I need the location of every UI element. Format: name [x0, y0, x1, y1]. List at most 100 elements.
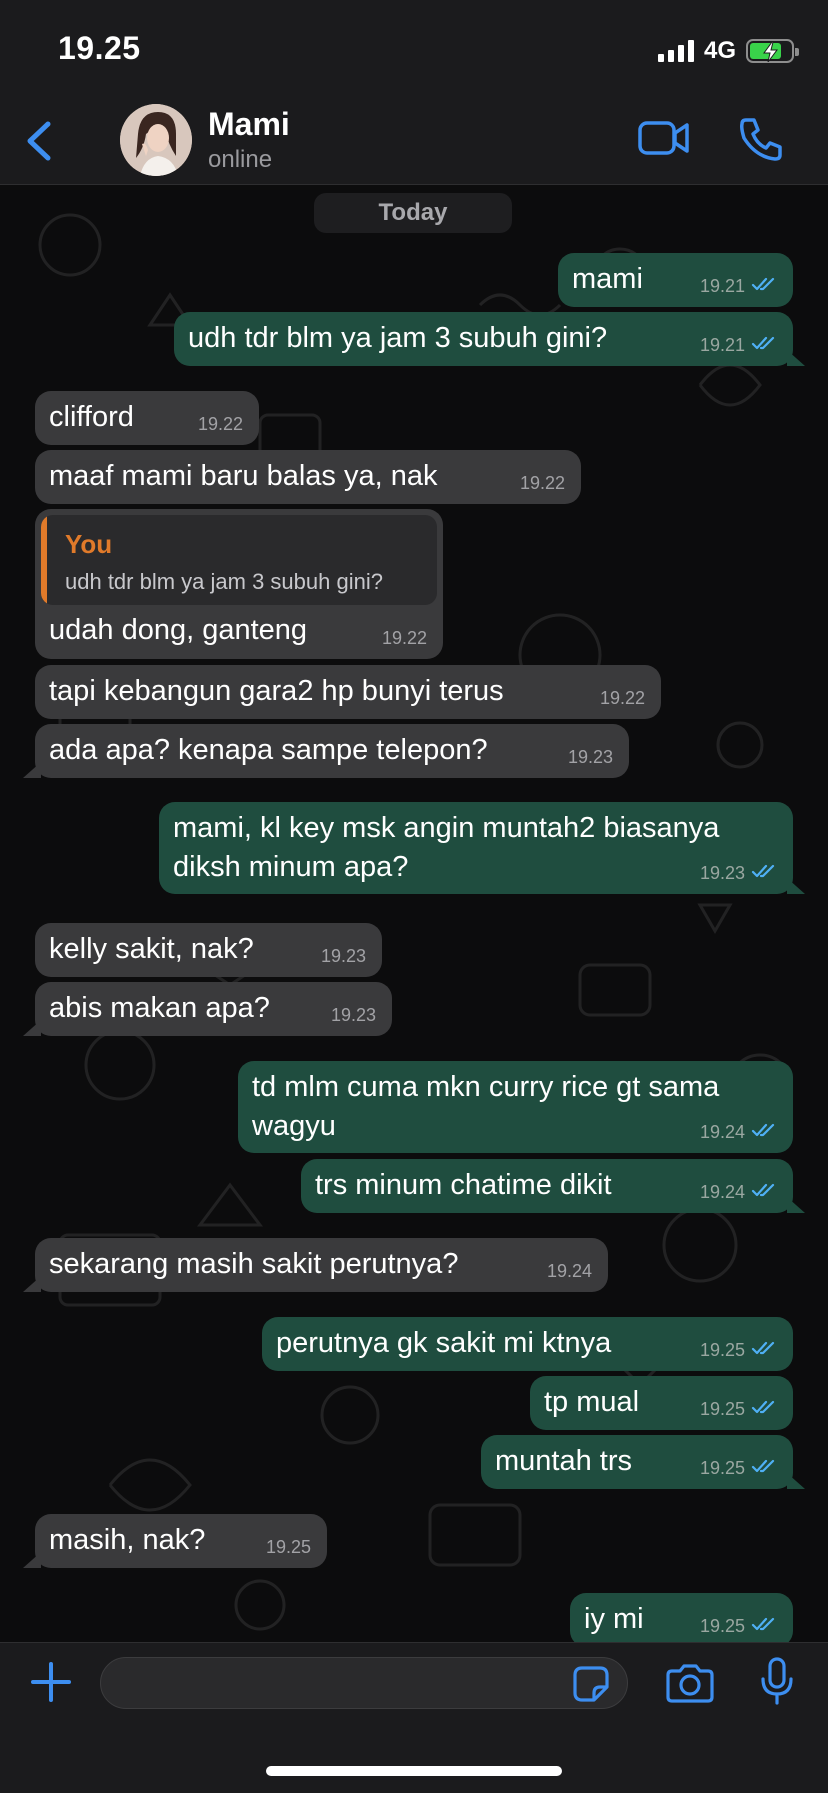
- message-time: 19.24: [699, 1122, 745, 1142]
- incoming-message[interactable]: kelly sakit, nak? 19.23: [35, 923, 382, 977]
- outgoing-message[interactable]: tp mual 19.25: [530, 1376, 793, 1430]
- outgoing-message[interactable]: trs minum chatime dikit 19.24: [301, 1159, 805, 1213]
- message-input[interactable]: [100, 1657, 628, 1709]
- phone-icon[interactable]: [738, 116, 784, 162]
- message-time: 19.22: [599, 688, 645, 708]
- message-text: tp mual: [544, 1386, 640, 1418]
- outgoing-message[interactable]: mami, kl key msk angin muntah2 biasanya …: [159, 802, 805, 894]
- message-time: 19.24: [699, 1182, 745, 1202]
- message-meta: 19.22: [382, 628, 427, 649]
- video-camera-icon[interactable]: [638, 120, 690, 156]
- message-meta: 19.21: [700, 335, 779, 356]
- message-time: 19.23: [567, 747, 613, 767]
- outgoing-message[interactable]: udh tdr blm ya jam 3 subuh gini? 19.21: [174, 312, 805, 366]
- incoming-message[interactable]: clifford 19.22: [35, 391, 259, 445]
- contact-status: online: [208, 146, 273, 173]
- message-time: 19.23: [320, 946, 366, 966]
- message-time: 19.25: [699, 1340, 745, 1360]
- message-meta: 19.23: [568, 747, 613, 768]
- incoming-message[interactable]: masih, nak? 19.25: [23, 1514, 327, 1568]
- message-meta: 19.24: [547, 1261, 592, 1282]
- avatar[interactable]: [120, 104, 192, 176]
- quoted-message[interactable]: You udh tdr blm ya jam 3 subuh gini?: [41, 515, 437, 605]
- message-text: mami: [572, 263, 643, 295]
- message-text: trs minum chatime dikit: [315, 1169, 612, 1201]
- message-meta: 19.25: [700, 1340, 779, 1361]
- message-text: masih, nak?: [49, 1524, 206, 1556]
- battery-icon: [746, 39, 799, 63]
- chat-header: Mami online: [0, 100, 828, 185]
- message-time: 19.25: [699, 1616, 745, 1636]
- message-text: kelly sakit, nak?: [49, 933, 254, 965]
- message-meta: 19.25: [700, 1616, 779, 1637]
- message-text-line: wagyu: [252, 1110, 336, 1142]
- message-text: clifford: [49, 401, 134, 433]
- incoming-message[interactable]: abis makan apa? 19.23: [23, 982, 392, 1036]
- message-time: 19.21: [699, 276, 745, 296]
- chat-area[interactable]: Today mami 19.21 udh tdr blm ya jam 3 su…: [0, 185, 828, 1642]
- network-type: 4G: [703, 37, 736, 64]
- microphone-icon[interactable]: [760, 1657, 794, 1705]
- incoming-message[interactable]: sekarang masih sakit perutnya? 19.24: [23, 1238, 608, 1292]
- message-meta: 19.24: [700, 1122, 779, 1143]
- message-text: udah dong, ganteng: [49, 614, 308, 646]
- message-text: perutnya gk sakit mi ktnya: [276, 1327, 612, 1359]
- message-meta: 19.24: [700, 1182, 779, 1203]
- plus-icon[interactable]: [30, 1661, 72, 1703]
- outgoing-message[interactable]: iy mi 19.25: [570, 1593, 793, 1642]
- message-time: 19.23: [699, 863, 745, 883]
- message-meta: 19.25: [700, 1399, 779, 1420]
- message-text: sekarang masih sakit perutnya?: [49, 1248, 459, 1280]
- outgoing-message[interactable]: td mlm cuma mkn curry rice gt sama wagyu…: [238, 1061, 793, 1153]
- message-time: 19.22: [519, 473, 565, 493]
- message-text: iy mi: [584, 1603, 644, 1635]
- read-receipt-icon: [751, 1458, 779, 1479]
- home-indicator[interactable]: [266, 1766, 562, 1776]
- message-text: tapi kebangun gara2 hp bunyi terus: [49, 675, 504, 707]
- message-meta: 19.22: [198, 414, 243, 435]
- read-receipt-icon: [751, 335, 779, 356]
- message-text-line: mami, kl key msk angin muntah2 biasanya: [173, 812, 720, 844]
- message-text-line: diksh minum apa?: [173, 851, 409, 883]
- outgoing-message[interactable]: perutnya gk sakit mi ktnya 19.25: [262, 1317, 793, 1371]
- outgoing-message[interactable]: muntah trs 19.25: [481, 1435, 805, 1489]
- message-meta: 19.23: [331, 1005, 376, 1026]
- message-meta: 19.22: [520, 473, 565, 494]
- quoted-text: udh tdr blm ya jam 3 subuh gini?: [65, 569, 383, 594]
- message-text-line: td mlm cuma mkn curry rice gt sama: [252, 1071, 720, 1103]
- read-receipt-icon: [751, 276, 779, 297]
- message-time: 19.24: [546, 1261, 592, 1281]
- incoming-message-reply[interactable]: You udh tdr blm ya jam 3 subuh gini? uda…: [35, 509, 443, 659]
- message-text: ada apa? kenapa sampe telepon?: [49, 734, 488, 766]
- message-meta: 19.25: [700, 1458, 779, 1479]
- message-meta: 19.22: [600, 688, 645, 709]
- read-receipt-icon: [751, 1182, 779, 1203]
- contact-name[interactable]: Mami: [208, 106, 290, 143]
- message-time: 19.25: [699, 1458, 745, 1478]
- message-meta: 19.23: [700, 863, 779, 884]
- read-receipt-icon: [751, 863, 779, 884]
- sticker-icon[interactable]: [572, 1665, 610, 1703]
- message-time: 19.25: [699, 1399, 745, 1419]
- message-text: maaf mami baru balas ya, nak: [49, 460, 438, 492]
- incoming-message[interactable]: maaf mami baru balas ya, nak 19.22: [35, 450, 581, 504]
- message-time: 19.23: [330, 1005, 376, 1025]
- read-receipt-icon: [751, 1399, 779, 1420]
- incoming-message[interactable]: tapi kebangun gara2 hp bunyi terus 19.22: [35, 665, 661, 719]
- incoming-message[interactable]: ada apa? kenapa sampe telepon? 19.23: [23, 724, 629, 778]
- chevron-left-icon[interactable]: [22, 114, 62, 168]
- message-time: 19.21: [699, 335, 745, 355]
- status-time: 19.25: [58, 30, 141, 66]
- message-time: 19.25: [265, 1537, 311, 1557]
- read-receipt-icon: [751, 1122, 779, 1143]
- quoted-author: You: [65, 529, 113, 559]
- read-receipt-icon: [751, 1616, 779, 1637]
- message-meta: 19.21: [700, 276, 779, 297]
- message-text: muntah trs: [495, 1445, 632, 1477]
- camera-icon[interactable]: [666, 1663, 714, 1703]
- date-separator: Today: [314, 193, 512, 233]
- signal-icon: [657, 40, 694, 62]
- message-text: abis makan apa?: [49, 992, 270, 1024]
- outgoing-message[interactable]: mami 19.21: [558, 253, 793, 307]
- status-indicators: 4G: [657, 36, 799, 66]
